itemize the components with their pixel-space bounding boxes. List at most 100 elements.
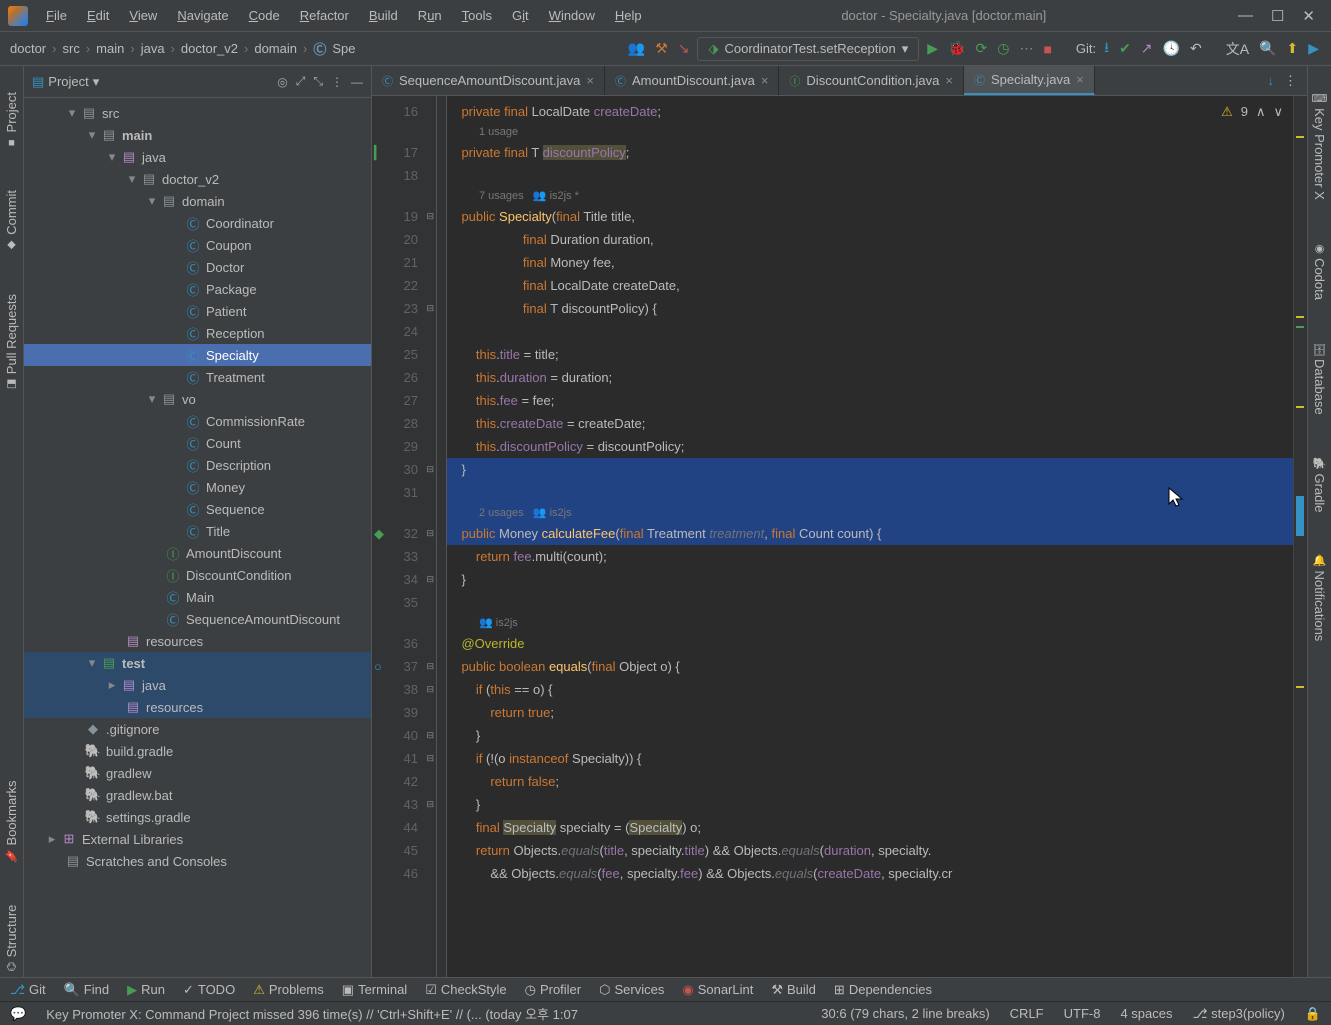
- code-editor[interactable]: 1617▎1819⊟20212223⊟24252627282930⊟3132⊟◆…: [372, 96, 1307, 977]
- tool-notifications[interactable]: 🔔 Notifications: [1310, 548, 1329, 647]
- maximize-button[interactable]: ☐: [1271, 7, 1284, 25]
- tool-git[interactable]: ⎇Git: [10, 982, 46, 998]
- git-rollback-icon[interactable]: ↶: [1188, 38, 1204, 59]
- menu-edit[interactable]: Edit: [79, 4, 117, 27]
- close-icon[interactable]: ×: [1076, 72, 1084, 87]
- notification-icon[interactable]: 💬: [10, 1006, 26, 1022]
- git-update-icon[interactable]: ⭳: [1102, 35, 1111, 63]
- tree-java[interactable]: ▾▤java: [24, 146, 371, 168]
- crumb-5[interactable]: domain: [254, 41, 297, 56]
- tool-structure[interactable]: ⌬ Structure: [2, 899, 21, 977]
- indent-setting[interactable]: 4 spaces: [1120, 1006, 1172, 1022]
- tool-dependencies[interactable]: ⊞Dependencies: [834, 982, 932, 998]
- git-commit-icon[interactable]: ✔: [1117, 38, 1133, 59]
- coverage-button[interactable]: ⟳: [974, 38, 990, 59]
- tree-class[interactable]: ⒸPatient: [24, 300, 371, 322]
- code-body[interactable]: ⚠ 9 ∧ ∨ private final LocalDate createDa…: [447, 96, 1293, 977]
- tool-project[interactable]: ■ Project: [2, 86, 21, 154]
- tree-iface[interactable]: ⒾDiscountCondition: [24, 564, 371, 586]
- tool-commit[interactable]: ◆ Commit: [2, 184, 21, 258]
- menu-code[interactable]: Code: [241, 4, 288, 27]
- menu-run[interactable]: Run: [410, 4, 450, 27]
- menu-refactor[interactable]: Refactor: [292, 4, 357, 27]
- git-history-icon[interactable]: 🕓: [1161, 38, 1182, 59]
- minimize-button[interactable]: —: [1238, 7, 1253, 25]
- tool-problems[interactable]: ⚠Problems: [253, 982, 324, 998]
- tool-bookmarks[interactable]: 🔖 Bookmarks: [2, 774, 21, 868]
- tree-class[interactable]: ⒸTreatment: [24, 366, 371, 388]
- hide-icon[interactable]: —: [351, 75, 363, 89]
- tool-build[interactable]: ⚒Build: [771, 982, 816, 998]
- hammer-icon[interactable]: ⚒: [653, 38, 670, 59]
- tree-test[interactable]: ▾▤test: [24, 652, 371, 674]
- tree-class[interactable]: ⒸDoctor: [24, 256, 371, 278]
- menu-view[interactable]: View: [121, 4, 165, 27]
- tree-file[interactable]: 🐘settings.gradle: [24, 806, 371, 828]
- line-gutter[interactable]: 1617▎1819⊟20212223⊟24252627282930⊟3132⊟◆…: [372, 96, 437, 977]
- stop-button[interactable]: ■: [1041, 39, 1053, 59]
- users-icon[interactable]: 👥: [626, 38, 647, 59]
- crumb-1[interactable]: src: [62, 41, 79, 56]
- tab-amountdiscount[interactable]: ⒸAmountDiscount.java×: [605, 66, 779, 95]
- tree-class[interactable]: ⒸMoney: [24, 476, 371, 498]
- file-encoding[interactable]: UTF-8: [1064, 1006, 1101, 1022]
- close-icon[interactable]: ×: [586, 73, 594, 88]
- tree-domain[interactable]: ▾▤domain: [24, 190, 371, 212]
- tool-sonarlint[interactable]: ◉SonarLint: [682, 982, 753, 998]
- close-icon[interactable]: ×: [945, 73, 953, 88]
- menu-tools[interactable]: Tools: [454, 4, 500, 27]
- tree-class[interactable]: ⒸCoordinator: [24, 212, 371, 234]
- tree-class[interactable]: ⒾAmountDiscount: [24, 542, 371, 564]
- debug-button[interactable]: 🐞: [946, 38, 967, 59]
- tab-discountcondition[interactable]: ⒾDiscountCondition.java×: [779, 66, 964, 95]
- build-arrow-icon[interactable]: ↘: [676, 38, 692, 59]
- tree-file[interactable]: 🐘gradlew: [24, 762, 371, 784]
- tree-main[interactable]: ▾▤main: [24, 124, 371, 146]
- crumb-root[interactable]: doctor: [10, 41, 46, 56]
- crumb-2[interactable]: main: [96, 41, 124, 56]
- tree-class[interactable]: ⒸCommissionRate: [24, 410, 371, 432]
- tool-find[interactable]: 🔍Find: [64, 982, 109, 998]
- collapse-icon[interactable]: ⤡: [313, 74, 323, 89]
- tree-class[interactable]: ⒸPackage: [24, 278, 371, 300]
- tool-terminal[interactable]: ▣Terminal: [342, 982, 407, 998]
- down-icon[interactable]: ∨: [1273, 100, 1283, 123]
- tree-file[interactable]: 🐘build.gradle: [24, 740, 371, 762]
- tab-sequenceamountdiscount[interactable]: ⒸSequenceAmountDiscount.java×: [372, 66, 605, 95]
- crumb-end[interactable]: Spe: [332, 41, 355, 56]
- tree-test-resources[interactable]: ▤resources: [24, 696, 371, 718]
- attach-button[interactable]: ⋯: [1017, 38, 1035, 59]
- tool-services[interactable]: ⬡Services: [599, 982, 664, 998]
- inspection-summary[interactable]: ⚠ 9 ∧ ∨: [1221, 100, 1283, 123]
- tree-ext-lib[interactable]: ▸⊞External Libraries: [24, 828, 371, 850]
- tree-test-java[interactable]: ▸▤java: [24, 674, 371, 696]
- tree-resources[interactable]: ▤resources: [24, 630, 371, 652]
- menu-file[interactable]: File: [38, 4, 75, 27]
- tree-file[interactable]: 🐘gradlew.bat: [24, 784, 371, 806]
- codota-icon[interactable]: ▶: [1306, 38, 1321, 59]
- run-button[interactable]: ▶: [925, 38, 940, 59]
- tool-key-promoter[interactable]: ⌨ Key Promoter X: [1310, 86, 1329, 206]
- project-tree[interactable]: ▾▤src ▾▤main ▾▤java ▾▤doctor_v2 ▾▤domain…: [24, 98, 371, 977]
- menu-help[interactable]: Help: [607, 4, 650, 27]
- tree-class[interactable]: ⒸReception: [24, 322, 371, 344]
- tree-scratches[interactable]: ▤Scratches and Consoles: [24, 850, 371, 872]
- tree-class[interactable]: ⒸDescription: [24, 454, 371, 476]
- tool-profiler[interactable]: ◷Profiler: [525, 982, 582, 998]
- menu-window[interactable]: Window: [541, 4, 603, 27]
- nav-prev-icon[interactable]: ↓: [1268, 73, 1275, 88]
- run-config-select[interactable]: ⬗ CoordinatorTest.setReception ▾: [697, 37, 919, 61]
- tool-database[interactable]: 🗄 Database: [1310, 336, 1329, 421]
- gear-icon[interactable]: ⋮: [331, 75, 343, 89]
- menu-git[interactable]: Git: [504, 4, 537, 27]
- fold-gutter[interactable]: [437, 96, 447, 977]
- tree-doctor-v2[interactable]: ▾▤doctor_v2: [24, 168, 371, 190]
- menu-build[interactable]: Build: [361, 4, 406, 27]
- project-view-select[interactable]: ▤ Project ▾: [32, 74, 99, 90]
- tree-class[interactable]: ⒸCoupon: [24, 234, 371, 256]
- line-separator[interactable]: CRLF: [1010, 1006, 1044, 1022]
- git-push-icon[interactable]: ↗: [1139, 38, 1155, 59]
- tool-run[interactable]: ▶Run: [127, 982, 165, 998]
- crumb-4[interactable]: doctor_v2: [181, 41, 238, 56]
- tree-class[interactable]: ⒸSequenceAmountDiscount: [24, 608, 371, 630]
